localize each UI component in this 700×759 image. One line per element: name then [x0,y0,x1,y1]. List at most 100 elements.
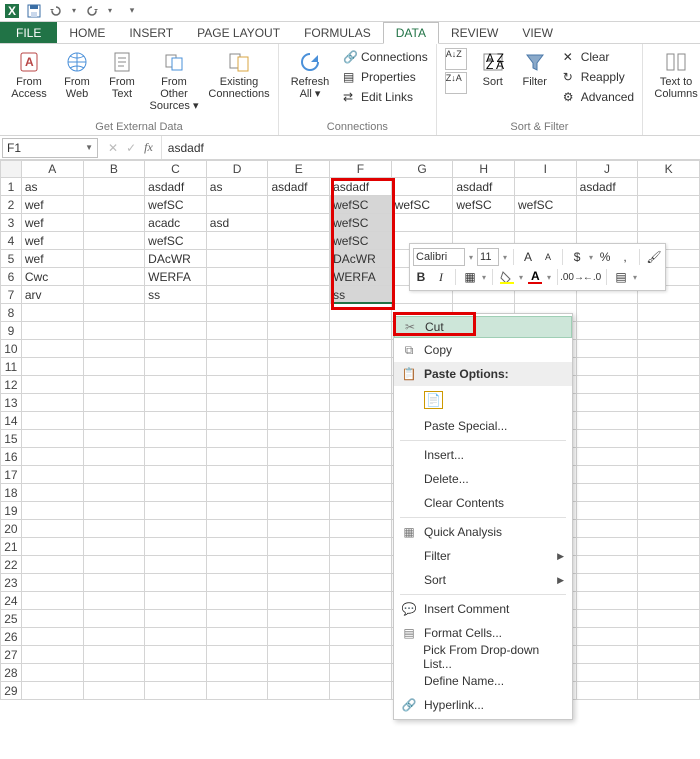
cell-E21[interactable] [268,538,330,556]
sort-za-icon[interactable]: Z↓A [445,72,467,94]
row-header-24[interactable]: 24 [0,592,22,610]
cell-E9[interactable] [268,322,330,340]
cell-J1[interactable]: asdadf [577,178,639,196]
cell-C17[interactable] [145,466,207,484]
cell-B10[interactable] [84,340,146,358]
cell-C19[interactable] [145,502,207,520]
cell-E6[interactable] [268,268,330,286]
col-header-H[interactable]: H [453,160,515,178]
cell-D13[interactable] [207,394,269,412]
cell-C10[interactable] [145,340,207,358]
cell-K15[interactable] [638,430,700,448]
cell-D24[interactable] [207,592,269,610]
cell-K1[interactable] [638,178,700,196]
undo-icon[interactable] [48,3,64,19]
select-all-corner[interactable] [0,160,22,178]
percent-icon[interactable]: % [597,249,613,265]
cell-D29[interactable] [207,682,269,700]
col-header-G[interactable]: G [392,160,454,178]
cell-K13[interactable] [638,394,700,412]
existing-connections-button[interactable]: Existing Connections [208,48,270,112]
cell-K17[interactable] [638,466,700,484]
row-header-26[interactable]: 26 [0,628,22,646]
cell-J10[interactable] [577,340,639,358]
cell-D10[interactable] [207,340,269,358]
cell-B13[interactable] [84,394,146,412]
tab-file[interactable]: FILE [0,22,57,43]
cell-B12[interactable] [84,376,146,394]
cell-A18[interactable] [22,484,84,502]
cell-B24[interactable] [84,592,146,610]
cell-F3[interactable]: wefSC [330,214,392,232]
cell-C20[interactable] [145,520,207,538]
shrink-font-icon[interactable]: A [540,249,556,265]
cell-J2[interactable] [577,196,639,214]
cell-A21[interactable] [22,538,84,556]
cell-F28[interactable] [330,664,392,682]
cell-A2[interactable]: wef [22,196,84,214]
cell-E17[interactable] [268,466,330,484]
cell-J20[interactable] [577,520,639,538]
col-header-F[interactable]: F [330,160,392,178]
ctx-filter[interactable]: Filter▶ [394,544,572,568]
font-size-picker[interactable] [477,248,499,266]
cell-I1[interactable] [515,178,577,196]
ctx-clear-contents[interactable]: Clear Contents [394,491,572,515]
comma-icon[interactable]: , [617,249,633,265]
decrease-decimal-icon[interactable]: ←.0 [584,269,600,285]
cell-C18[interactable] [145,484,207,502]
cell-C7[interactable]: ss [145,286,207,304]
cell-F1[interactable]: asdadf [330,178,392,196]
cell-G1[interactable] [392,178,454,196]
cell-D26[interactable] [207,628,269,646]
cell-J15[interactable] [577,430,639,448]
cell-C3[interactable]: acadc [145,214,207,232]
cell-K22[interactable] [638,556,700,574]
row-header-17[interactable]: 17 [0,466,22,484]
cell-A29[interactable] [22,682,84,700]
ctx-quick-analysis[interactable]: ▦Quick Analysis [394,520,572,544]
cell-A10[interactable] [22,340,84,358]
row-header-12[interactable]: 12 [0,376,22,394]
cell-D1[interactable]: as [207,178,269,196]
cell-K3[interactable] [638,214,700,232]
cell-C16[interactable] [145,448,207,466]
cell-D28[interactable] [207,664,269,682]
cell-C28[interactable] [145,664,207,682]
text-to-columns-button[interactable]: Text to Columns [651,48,700,100]
cell-F22[interactable] [330,556,392,574]
cell-F25[interactable] [330,610,392,628]
cell-J11[interactable] [577,358,639,376]
font-picker[interactable] [413,248,465,266]
reapply-button[interactable]: ↻Reapply [563,68,634,86]
cell-B22[interactable] [84,556,146,574]
cell-C26[interactable] [145,628,207,646]
bold-icon[interactable]: B [413,269,429,285]
cell-C5[interactable]: DAcWR [145,250,207,268]
cell-A16[interactable] [22,448,84,466]
row-header-15[interactable]: 15 [0,430,22,448]
row-header-19[interactable]: 19 [0,502,22,520]
cell-D16[interactable] [207,448,269,466]
cell-B28[interactable] [84,664,146,682]
cell-A12[interactable] [22,376,84,394]
cell-F9[interactable] [330,322,392,340]
undo-dropdown-icon[interactable]: ▾ [70,3,78,19]
row-header-25[interactable]: 25 [0,610,22,628]
qat-customize-icon[interactable]: ▾ [124,3,140,19]
size-dropdown-icon[interactable]: ▾ [503,253,507,262]
cell-A22[interactable] [22,556,84,574]
cell-B15[interactable] [84,430,146,448]
row-header-16[interactable]: 16 [0,448,22,466]
row-header-28[interactable]: 28 [0,664,22,682]
cell-A6[interactable]: Cwc [22,268,84,286]
cell-E22[interactable] [268,556,330,574]
cell-C9[interactable] [145,322,207,340]
row-header-18[interactable]: 18 [0,484,22,502]
cell-F26[interactable] [330,628,392,646]
cell-F8[interactable] [330,304,392,322]
cell-J22[interactable] [577,556,639,574]
cell-D18[interactable] [207,484,269,502]
cell-E20[interactable] [268,520,330,538]
cell-D4[interactable] [207,232,269,250]
